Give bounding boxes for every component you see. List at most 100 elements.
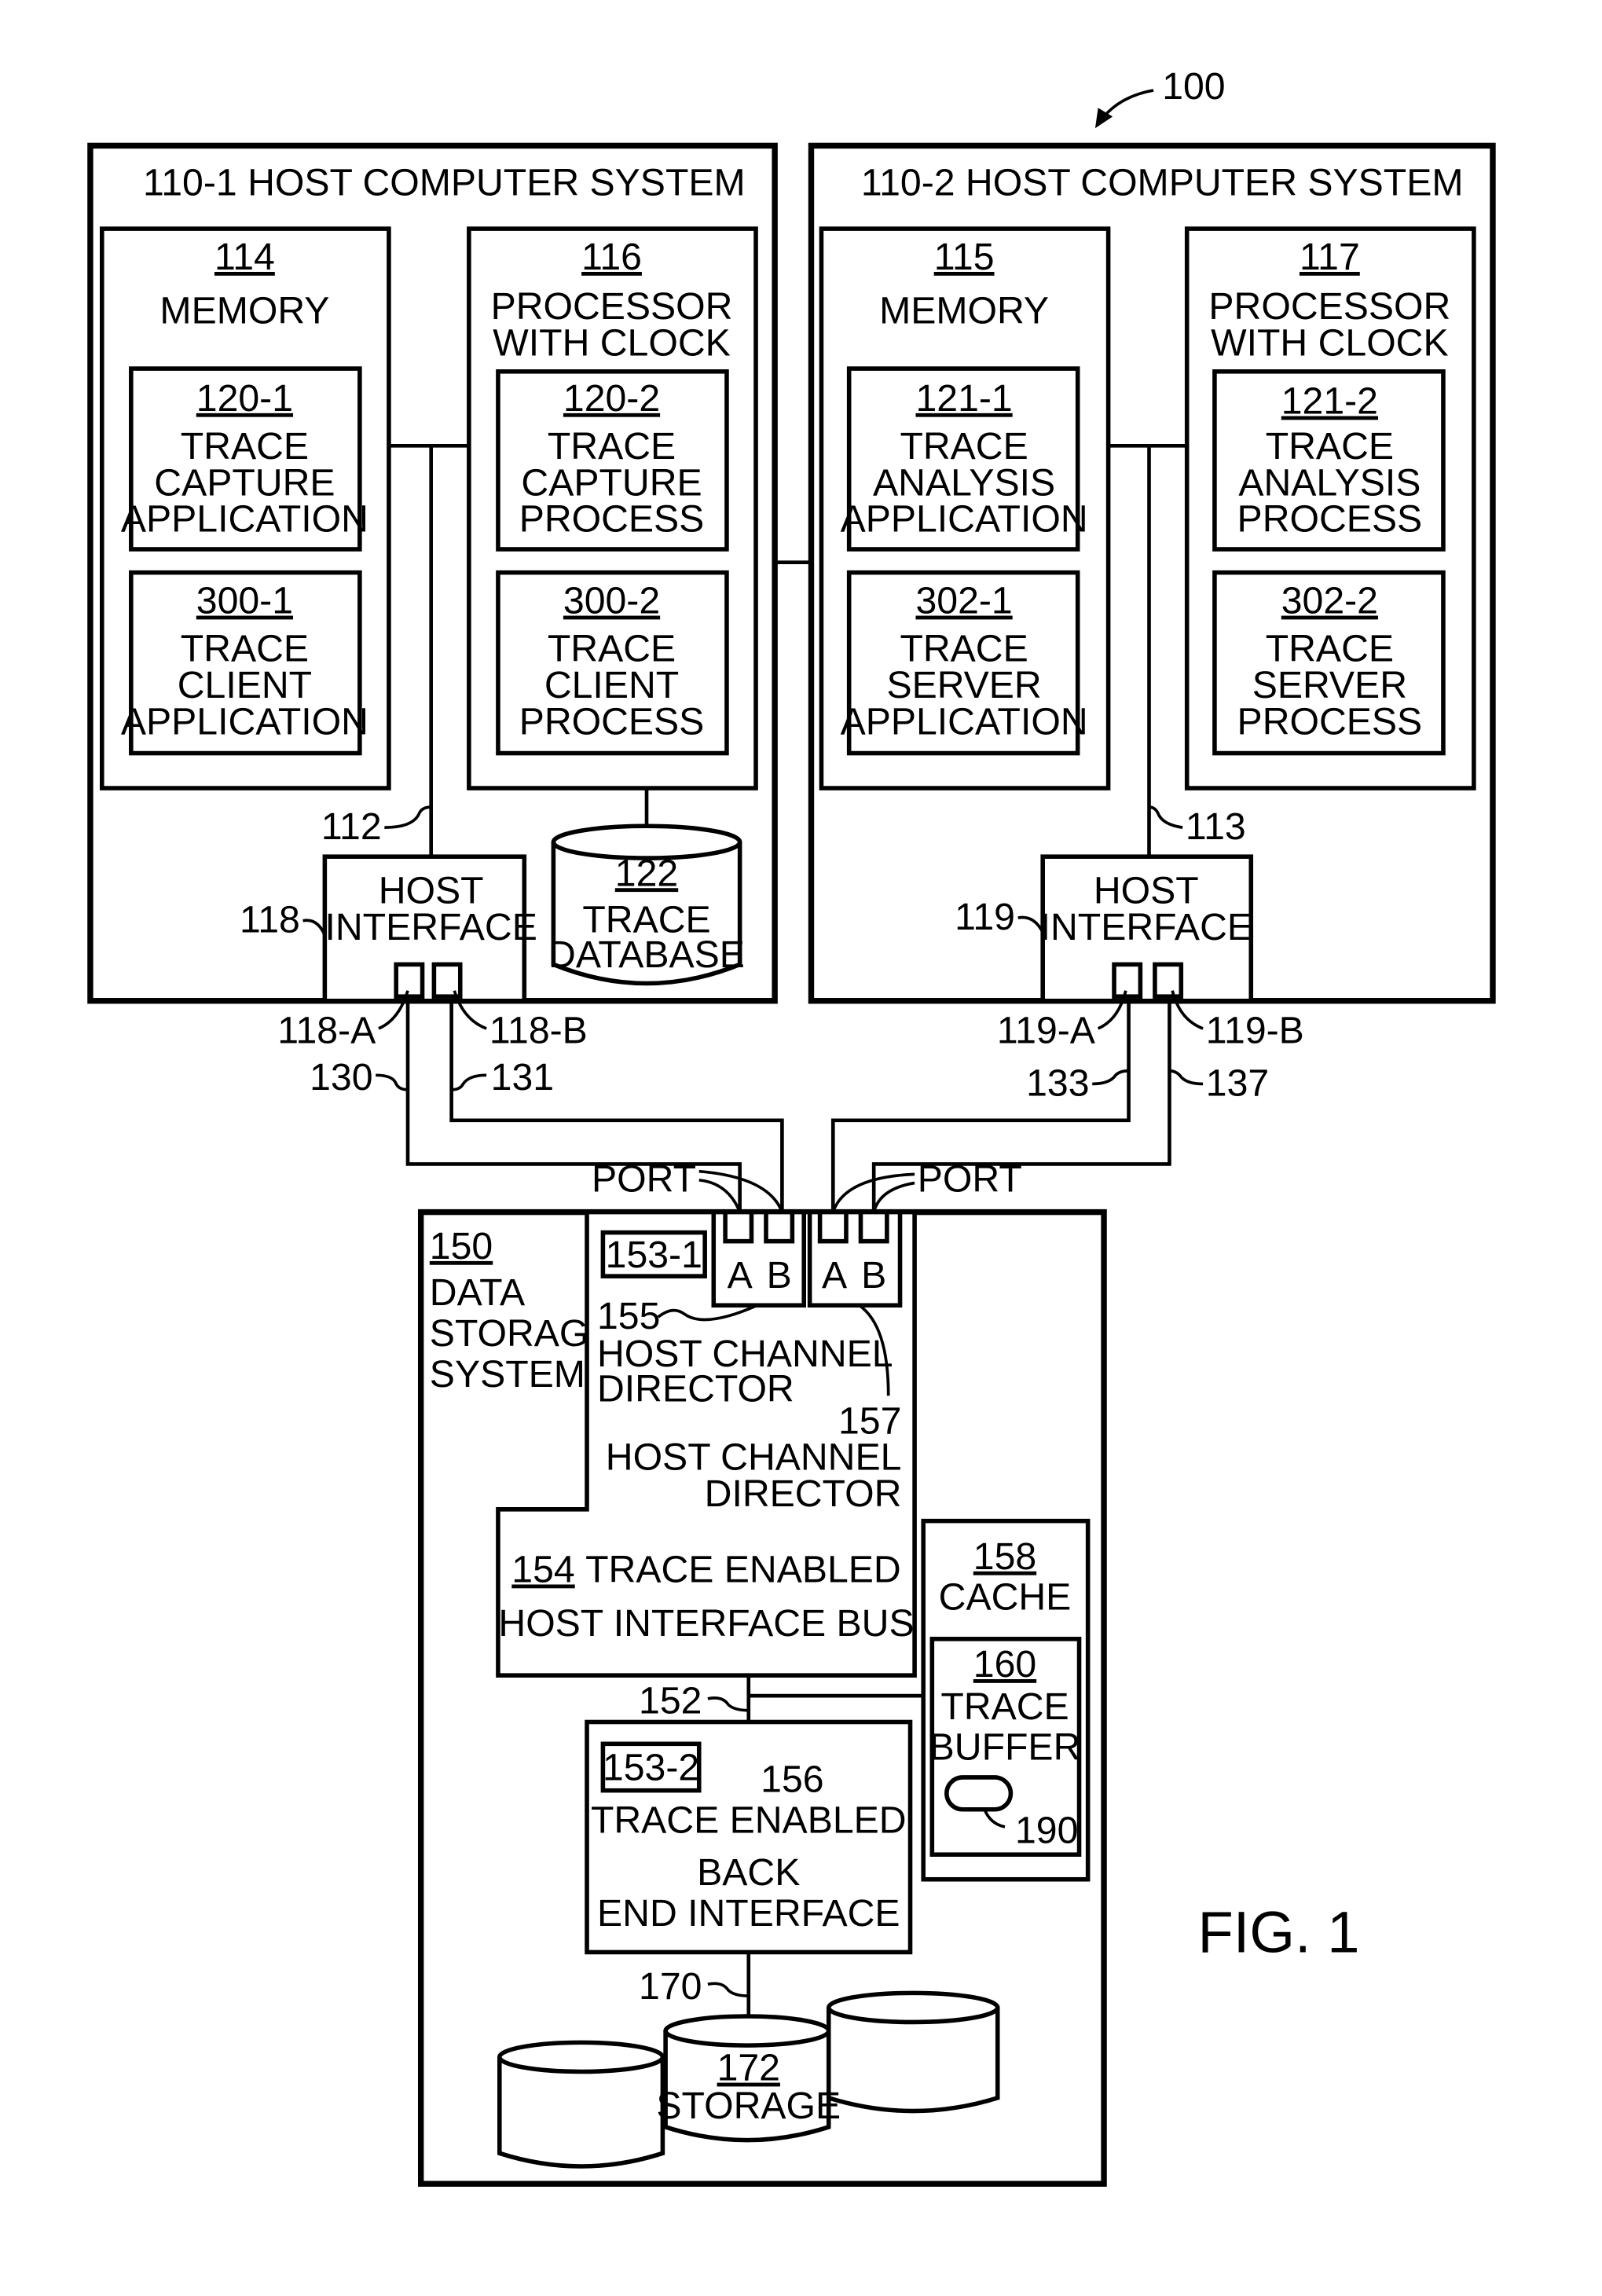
port-119-b — [1153, 962, 1184, 999]
box-text: INTERFACE — [1040, 906, 1252, 948]
box-text: SYSTEM — [430, 1353, 585, 1396]
trace-analysis-process-ref: 121-2 — [1281, 380, 1378, 423]
disk-top — [826, 1990, 1000, 2025]
disk-top — [663, 2014, 831, 2048]
box-text: INTERFACE — [324, 906, 537, 948]
box-text: PROCESS — [1237, 700, 1423, 743]
port-157-b — [858, 1209, 889, 1244]
back-end-ref: 156 — [761, 1758, 823, 1800]
host1-title: 110-1 HOST COMPUTER SYSTEM — [143, 161, 746, 204]
port-a-letter: A — [822, 1254, 848, 1297]
trace-ref-153-2-label: 153-2 — [603, 1747, 699, 1789]
storage-bus-ref: 170 — [639, 1965, 702, 2008]
host2-processor-ref: 117 — [1300, 236, 1360, 278]
figure-diagram: 100 110-1 HOST COMPUTER SYSTEM 114 MEMOR… — [87, 65, 1496, 2187]
box-text: TRACE — [940, 1685, 1069, 1728]
cache-label: CACHE — [939, 1576, 1072, 1619]
host-port-links: 118-A 118-B 119-A 119-B 130 131 133 137 — [277, 990, 1304, 1212]
host2-memory-ref: 115 — [934, 236, 995, 278]
port-119-a — [1112, 962, 1143, 999]
port-118-a-label: 118-A — [277, 1010, 376, 1052]
storage-label: STORAGE — [656, 2085, 841, 2127]
host2-bus-ref: 113 — [1186, 805, 1246, 848]
figure-ref-leader — [1102, 89, 1154, 118]
box-text: BACK — [697, 1851, 800, 1894]
box-text: APPLICATION — [841, 700, 1088, 743]
leader-line — [872, 1181, 915, 1213]
box-text: PROCESS — [519, 700, 705, 743]
port-label-right: PORT — [918, 1158, 1022, 1201]
bus-154-text: TRACE ENABLED — [585, 1549, 901, 1591]
box-text: APPLICATION — [841, 498, 1088, 541]
link-133-label: 133 — [1026, 1062, 1089, 1104]
hcd-155-ref: 155 — [597, 1295, 660, 1337]
storage-disk-right — [826, 1990, 1000, 2114]
box-text: DATA — [430, 1271, 526, 1314]
host2-memory-label: MEMORY — [879, 290, 1049, 332]
box-text: DIRECTOR — [597, 1368, 794, 1410]
box-text: DIRECTOR — [705, 1473, 902, 1515]
port-a-letter: A — [728, 1254, 753, 1297]
leader-line — [1169, 1069, 1204, 1086]
storage-ref: 172 — [717, 2047, 780, 2089]
trace-capture-application-ref: 120-1 — [196, 377, 293, 420]
box-text: WITH CLOCK — [1211, 321, 1448, 364]
trace-analysis-application-ref: 121-1 — [915, 377, 1012, 420]
data-storage-system: 150 DATA STORAGE SYSTEM 153-1 A B A B PO… — [417, 1158, 1107, 2187]
port-118-b-label: 118-B — [489, 1010, 588, 1052]
host1-interface-ref: 118 — [240, 899, 300, 941]
trace-buffer-ref: 160 — [973, 1643, 1036, 1685]
bus-154-line1: 154 TRACE ENABLED — [511, 1549, 900, 1591]
host1-memory-ref: 114 — [214, 236, 275, 278]
host-computer-system-1: 110-1 HOST COMPUTER SYSTEM 114 MEMORY 12… — [87, 142, 778, 1004]
box-text: TRACE ENABLED — [591, 1799, 907, 1841]
port-b-letter: B — [767, 1254, 792, 1297]
link-130-label: 130 — [310, 1056, 372, 1098]
box-text: APPLICATION — [121, 700, 368, 743]
box-text: PROCESS — [1237, 498, 1423, 541]
internal-bus-ref: 152 — [639, 1679, 702, 1722]
trace-buffer-entry — [944, 1775, 1014, 1812]
trace-ref-153-1-label: 153-1 — [606, 1234, 702, 1276]
box-text: APPLICATION — [121, 498, 368, 541]
box-text: PROCESS — [519, 498, 705, 541]
disk-top — [497, 2040, 665, 2074]
port-119-a-label: 119-A — [997, 1010, 1096, 1052]
trace-client-application-ref: 300-1 — [196, 580, 293, 622]
host2-title: 110-2 HOST COMPUTER SYSTEM — [861, 161, 1464, 204]
figure-caption: FIG. 1 — [1198, 1899, 1360, 1964]
leader-line — [698, 1178, 742, 1213]
box-text: BUFFER — [929, 1726, 1081, 1769]
port-label-left: PORT — [592, 1158, 696, 1201]
trace-server-process-ref: 302-2 — [1281, 580, 1378, 622]
port-b-letter: B — [861, 1254, 886, 1297]
box-text: WITH CLOCK — [493, 321, 730, 364]
port-157-a — [817, 1209, 849, 1244]
host-computer-system-2: 110-2 HOST COMPUTER SYSTEM 115 MEMORY 12… — [808, 142, 1496, 1004]
box-text: END INTERFACE — [597, 1892, 900, 1935]
storage-system-ref: 150 — [430, 1225, 493, 1267]
port-118-b — [431, 962, 463, 999]
leader-line — [451, 1073, 487, 1091]
leader-line — [1092, 1069, 1129, 1086]
figure-ref-label: 100 — [1162, 65, 1225, 108]
port-118-a — [394, 962, 425, 999]
trace-capture-process-ref: 120-2 — [563, 377, 660, 420]
host1-bus-ref: 112 — [321, 805, 382, 848]
port-155-b — [764, 1209, 795, 1244]
port-155-a — [723, 1209, 754, 1244]
host1-processor-ref: 116 — [581, 236, 642, 278]
figure-ref-100: 100 — [1094, 65, 1226, 129]
trace-server-application-ref: 302-1 — [915, 580, 1012, 622]
box-text: HOST INTERFACE BUS — [498, 1602, 914, 1645]
cache-ref: 158 — [973, 1535, 1036, 1578]
trace-client-process-ref: 300-2 — [563, 580, 660, 622]
host2-interface-ref: 119 — [955, 896, 1015, 938]
box-text: DATABASE — [548, 933, 745, 976]
leader-line — [376, 1073, 409, 1091]
bus-154-ref: 154 — [511, 1549, 574, 1591]
host1-memory-label: MEMORY — [159, 290, 329, 332]
link-131-label: 131 — [491, 1056, 554, 1098]
link-137-label: 137 — [1206, 1062, 1269, 1104]
trace-buffer-entry-ref: 190 — [1015, 1809, 1078, 1851]
